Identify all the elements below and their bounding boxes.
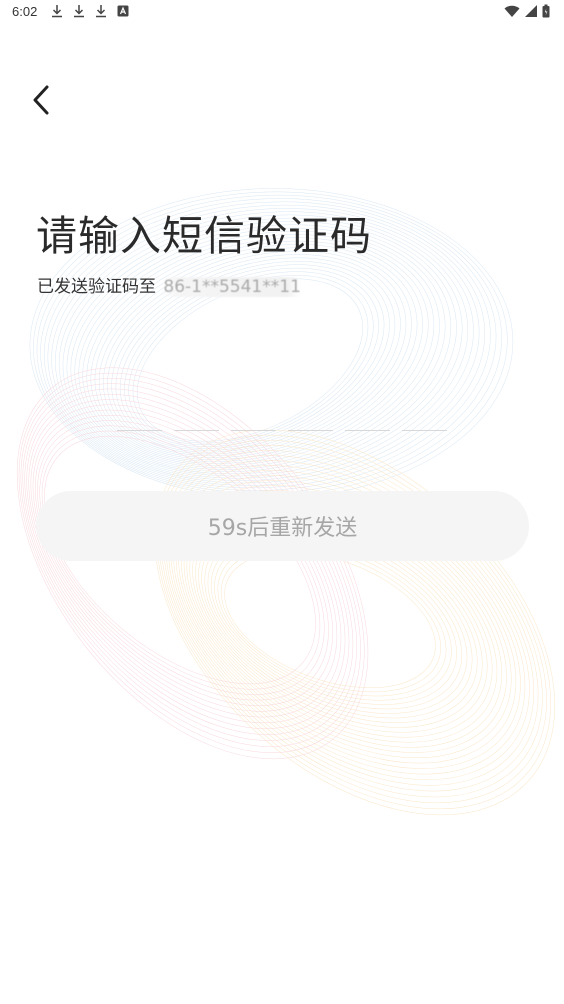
sent-to-text: 已发送验证码至 86-1**5541**11 xyxy=(37,272,301,297)
wave-line xyxy=(175,475,517,764)
wave-line xyxy=(178,480,512,759)
status-time: 6:02 xyxy=(12,4,38,19)
chevron-left-icon xyxy=(33,85,49,115)
sent-to-label: 已发送验证码至 xyxy=(37,277,156,297)
download-icon xyxy=(74,5,84,18)
status-notifications xyxy=(50,4,130,18)
wave-line xyxy=(18,372,365,753)
wave-line xyxy=(165,455,535,786)
verification-code-input[interactable] xyxy=(117,410,447,432)
back-button[interactable] xyxy=(22,80,62,120)
wave-line xyxy=(115,260,390,451)
wave-line xyxy=(161,445,543,798)
code-digit-4[interactable] xyxy=(288,410,333,431)
code-digit-6[interactable] xyxy=(402,410,447,431)
code-digit-1[interactable] xyxy=(117,410,162,431)
download-icon xyxy=(52,5,62,18)
download-icon xyxy=(96,5,106,18)
code-digit-5[interactable] xyxy=(345,410,390,431)
status-bar: 6:02 xyxy=(0,0,564,24)
battery-icon xyxy=(542,4,550,18)
wave-line xyxy=(119,264,385,449)
phone-number: 86-1**5541**11 xyxy=(163,277,301,297)
code-digit-3[interactable] xyxy=(231,410,276,431)
page-title: 请输入短信验证码 xyxy=(36,212,372,260)
status-system-icons xyxy=(504,4,550,18)
resend-code-button[interactable]: 59s后重新发送 xyxy=(36,491,529,561)
signal-icon xyxy=(525,5,537,17)
code-digit-2[interactable] xyxy=(174,410,219,431)
wifi-icon xyxy=(504,5,520,17)
translate-icon xyxy=(117,5,129,17)
